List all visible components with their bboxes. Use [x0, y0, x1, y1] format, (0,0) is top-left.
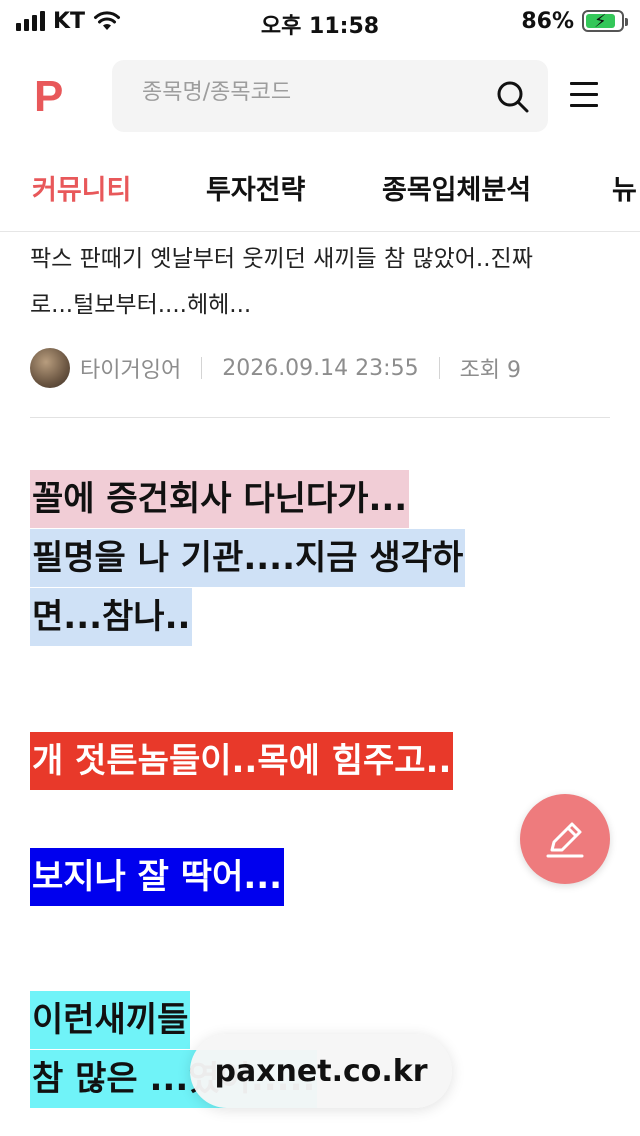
preview-line: 로...털보부터....헤헤...: [30, 292, 252, 318]
status-bar: KT 오후 11:58 86% ⚡: [0, 0, 640, 42]
menu-icon[interactable]: [570, 82, 598, 108]
app-header: P: [0, 58, 640, 134]
battery-percent: 86%: [521, 8, 574, 34]
url-bar[interactable]: paxnet.co.kr: [190, 1034, 452, 1108]
status-right: 86% ⚡: [521, 8, 628, 34]
author-name[interactable]: 타이거잉어: [80, 352, 181, 384]
tab-news[interactable]: 뉴: [612, 168, 637, 207]
search-box[interactable]: [112, 60, 548, 132]
body-line: 면...참나..: [30, 588, 193, 646]
meta-divider: [201, 357, 203, 379]
view-count: 조회 9: [459, 358, 522, 383]
body-line: 개 젓튼놈들이..목에 힘주고..: [30, 732, 454, 790]
post-preview: 팍스 판때기 옛날부터 웃끼던 새끼들 참 많았어..진짜 로...털보부터..…: [30, 236, 620, 328]
post-date: 2026.09.14 23:55: [222, 355, 419, 381]
body-line: 꼴에 증건회사 다닌다가...: [30, 470, 410, 528]
tab-stock-analysis[interactable]: 종목입체분석: [382, 168, 531, 207]
preview-line: 팍스 판때기 옛날부터 웃끼던 새끼들 참 많았어..진짜: [30, 246, 533, 272]
paxnet-logo[interactable]: P: [34, 72, 63, 122]
body-line: 필명을 나 기관....지금 생각하: [30, 529, 466, 587]
tab-community[interactable]: 커뮤니티: [32, 168, 131, 207]
avatar[interactable]: [30, 348, 70, 388]
tab-investment-strategy[interactable]: 투자전략: [206, 168, 305, 207]
body-line: 보지나 잘 딱어...: [30, 848, 285, 906]
battery-charging-icon: ⚡: [582, 10, 628, 32]
search-input[interactable]: [142, 80, 482, 105]
pencil-icon: [546, 822, 584, 858]
divider: [30, 417, 610, 418]
write-post-button[interactable]: [520, 794, 610, 884]
post-meta: 타이거잉어 2026.09.14 23:55 조회 9: [30, 346, 521, 390]
body-line: 이런새끼들: [30, 991, 191, 1049]
meta-divider: [438, 357, 440, 379]
search-icon[interactable]: [496, 80, 530, 114]
category-tabs: 커뮤니티 투자전략 종목입체분석 뉴: [0, 160, 640, 232]
